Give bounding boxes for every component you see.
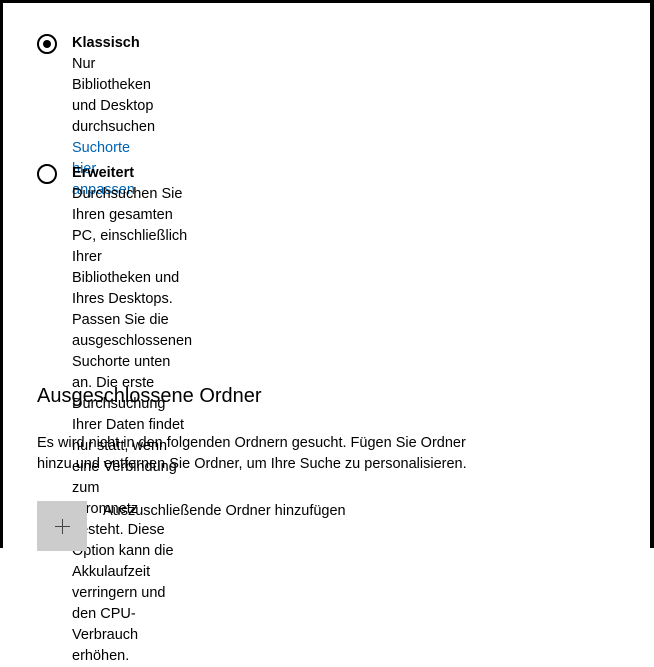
option-enhanced-text: Erweitert Durchsuchen Sie Ihren gesamten…	[72, 163, 192, 667]
option-classic-description: Nur Bibliotheken und Desktop durchsuchen	[72, 56, 156, 135]
excluded-folders-description: Es wird nicht in den folgenden Ordnern g…	[37, 433, 637, 475]
radio-enhanced[interactable]	[37, 164, 57, 184]
option-enhanced-description-line: Bibliotheken und Ihres Desktops. Passen …	[72, 270, 180, 328]
option-enhanced-description-line: verringern und den CPU-Verbrauch erhöhen…	[72, 585, 166, 664]
excluded-folders-description-line: Es wird nicht in den folgenden Ordnern g…	[37, 435, 466, 451]
add-excluded-folder-label[interactable]: Auszuschließende Ordner hinzufügen	[103, 501, 346, 522]
option-classic-title: Klassisch	[72, 35, 140, 51]
settings-panel-frame: Klassisch Nur Bibliotheken und Desktop d…	[0, 0, 654, 664]
radio-selected-dot	[43, 40, 51, 48]
option-enhanced-description-line: Durchsuchen Sie Ihren gesamten PC, einsc…	[72, 186, 188, 265]
excluded-folders-heading: Ausgeschlossene Ordner	[37, 385, 262, 407]
radio-classic[interactable]	[37, 34, 57, 54]
excluded-folders-description-line: hinzu und entfernen Sie Ordner, um Ihre …	[37, 456, 467, 472]
add-excluded-folder-button[interactable]	[37, 501, 87, 551]
option-enhanced-title: Erweitert	[72, 165, 135, 181]
